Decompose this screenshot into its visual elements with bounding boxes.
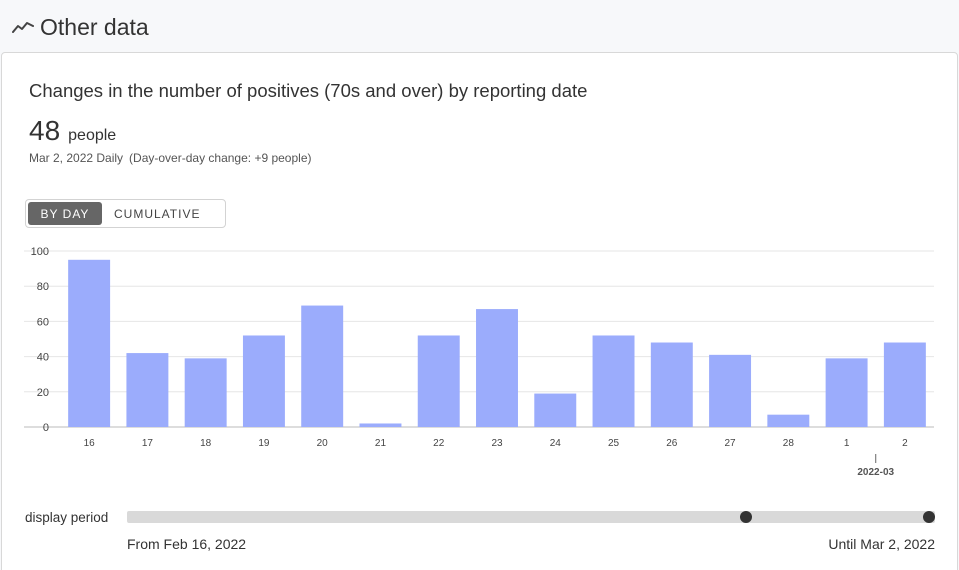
x-tick-label: 23: [491, 438, 503, 449]
x-tick-label: 21: [375, 438, 387, 449]
bar: [126, 353, 169, 427]
x-tick-label: 19: [258, 438, 270, 449]
x-tick-label: 25: [608, 438, 620, 449]
y-tick-label: 0: [43, 422, 49, 434]
period-from-label: From Feb 16, 2022: [127, 536, 247, 552]
y-tick-label: 40: [37, 352, 49, 364]
x-tick-label: 27: [725, 438, 737, 449]
bar: [417, 335, 460, 427]
x-tick-label: 24: [550, 438, 562, 449]
bar: [242, 335, 285, 427]
y-tick-label: 100: [31, 246, 49, 258]
x-tick-label: 28: [783, 438, 795, 449]
x-tick-label: 2: [902, 438, 908, 449]
period-slider-start-handle[interactable]: [739, 511, 752, 523]
bar: [359, 423, 402, 427]
x-tick-label: 22: [433, 438, 445, 449]
bar: [68, 259, 111, 427]
period-slider-end-handle[interactable]: [923, 511, 935, 523]
trend-line-icon: [12, 22, 34, 33]
bar: [592, 335, 635, 427]
x-tick-label: 1: [844, 438, 850, 449]
y-tick-label: 60: [37, 316, 49, 328]
period-slider-track[interactable]: [127, 511, 935, 523]
x-tick-label: 17: [142, 438, 154, 449]
display-period-label: display period: [25, 510, 109, 525]
y-tick-label: 80: [37, 281, 49, 293]
x-tick-label: 18: [200, 438, 212, 449]
section-title: Other data: [40, 13, 149, 40]
y-tick-label: 20: [37, 387, 49, 399]
bar: [883, 342, 926, 427]
bar: [709, 354, 752, 427]
bar: [767, 414, 810, 427]
bar: [534, 393, 577, 427]
x-tick-label: 16: [84, 438, 96, 449]
bar: [476, 309, 518, 427]
x-tick-label: 26: [666, 438, 678, 449]
period-until-label: Until Mar 2, 2022: [828, 536, 935, 552]
bar: [301, 305, 344, 427]
bar: [650, 342, 693, 427]
x-tick-label: 20: [317, 438, 329, 449]
bar: [184, 358, 227, 427]
bar-chart: 0 20 40 60 80 100 16 17 18 19 20 21 22 23 24 25 26 27 28 1 2…: [24, 246, 934, 478]
chart-card: Changes in the number of positives (70s …: [1, 52, 958, 570]
section-header: Other data: [12, 12, 149, 42]
month-label: 2022-03: [857, 467, 894, 478]
bar: [825, 358, 868, 427]
